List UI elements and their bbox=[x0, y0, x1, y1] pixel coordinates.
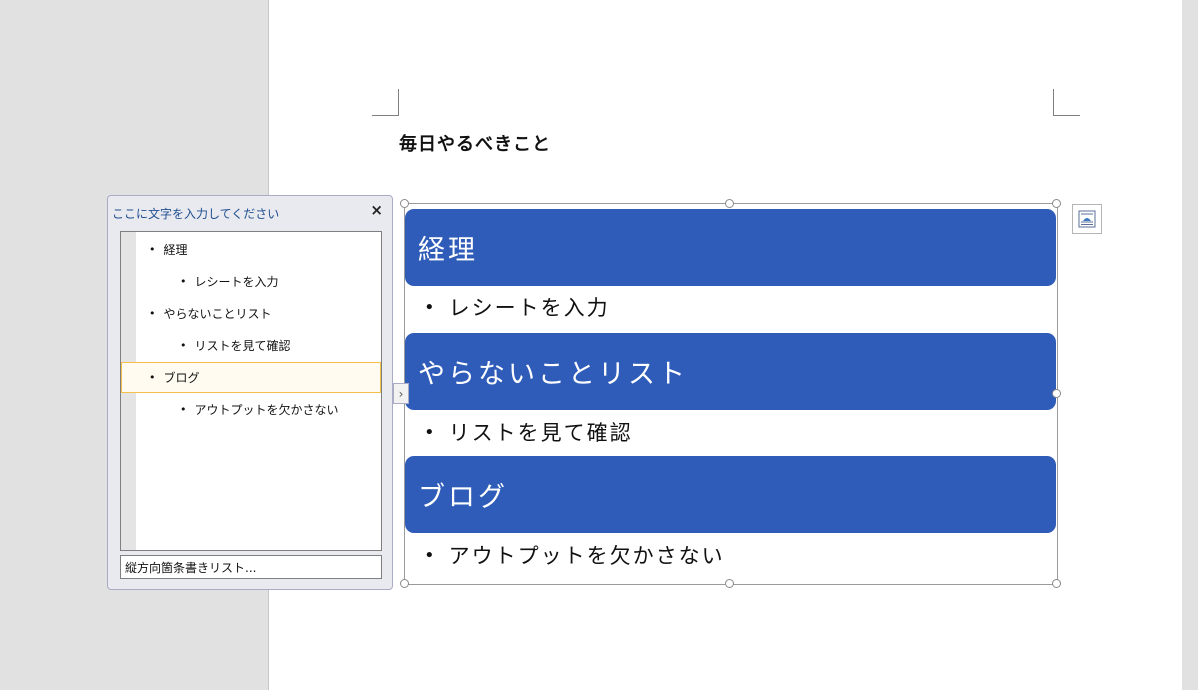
smartart-shape-3[interactable]: ブログ bbox=[405, 456, 1056, 533]
text-pane-item[interactable]: • リストを見て確認 bbox=[180, 337, 291, 354]
text-pane-item-text: ブログ bbox=[163, 371, 200, 385]
smartart-shape-2[interactable]: やらないことリスト bbox=[405, 333, 1056, 410]
layout-name-link[interactable]: 縦方向箇条書きリスト... bbox=[120, 555, 382, 579]
smartart-shape-1[interactable]: 経理 bbox=[405, 209, 1056, 286]
smartart-subitem-2[interactable]: • リストを見て確認 bbox=[424, 417, 633, 447]
bullet-icon: • bbox=[149, 307, 156, 320]
bullet-icon: • bbox=[424, 296, 437, 318]
text-pane-title: ここに文字を入力してください bbox=[112, 207, 280, 221]
smartart-subitem-3[interactable]: • アウトプットを欠かさない bbox=[424, 540, 725, 570]
bullet-icon: • bbox=[180, 339, 187, 352]
bullet-icon: • bbox=[424, 544, 437, 566]
smartart-subitem-text: レシートを入力 bbox=[448, 296, 610, 320]
smartart-text-pane: ここに文字を入力してください × • 経理 • レシートを入力 • やらないこと… bbox=[107, 195, 393, 590]
resize-handle-top-left[interactable] bbox=[400, 199, 409, 208]
bullet-icon: • bbox=[149, 243, 156, 256]
vertical-scrollbar[interactable] bbox=[1182, 0, 1198, 690]
bullet-icon: • bbox=[180, 403, 187, 416]
text-pane-item-text: 経理 bbox=[163, 243, 188, 257]
text-pane-item-selected[interactable]: • ブログ bbox=[121, 362, 381, 393]
crop-mark-top-left bbox=[372, 89, 399, 116]
text-pane-item[interactable]: • やらないことリスト bbox=[149, 305, 272, 322]
smartart-subitem-text: アウトプットを欠かさない bbox=[448, 544, 725, 568]
bullet-icon: • bbox=[149, 371, 156, 384]
text-pane-item-text: レシートを入力 bbox=[194, 275, 279, 289]
smartart-subitem-1[interactable]: • レシートを入力 bbox=[424, 292, 610, 322]
text-pane-toggle-button[interactable]: › bbox=[393, 383, 409, 404]
bullet-icon: • bbox=[424, 421, 437, 443]
crop-mark-top-right bbox=[1053, 89, 1080, 116]
resize-handle-right[interactable] bbox=[1052, 389, 1061, 398]
close-icon[interactable]: × bbox=[370, 201, 383, 219]
text-pane-item-text: リストを見て確認 bbox=[194, 339, 291, 353]
text-pane-list[interactable]: • 経理 • レシートを入力 • やらないことリスト • リストを見て確認 • … bbox=[120, 231, 382, 551]
resize-handle-top-right[interactable] bbox=[1052, 199, 1061, 208]
text-pane-item[interactable]: • 経理 bbox=[149, 241, 188, 258]
text-pane-item[interactable]: • アウトプットを欠かさない bbox=[180, 401, 339, 418]
layout-options-icon bbox=[1078, 210, 1096, 228]
layout-options-button[interactable] bbox=[1072, 204, 1102, 234]
text-pane-item-text: アウトプットを欠かさない bbox=[194, 403, 339, 417]
resize-handle-bottom-left[interactable] bbox=[400, 579, 409, 588]
smartart-subitem-text: リストを見て確認 bbox=[448, 421, 633, 445]
document-heading[interactable]: 毎日やるべきこと bbox=[399, 130, 551, 156]
resize-handle-bottom-right[interactable] bbox=[1052, 579, 1061, 588]
text-pane-item-text: やらないことリスト bbox=[163, 307, 272, 321]
resize-handle-top[interactable] bbox=[725, 199, 734, 208]
bullet-icon: • bbox=[180, 275, 187, 288]
resize-handle-bottom[interactable] bbox=[725, 579, 734, 588]
text-pane-item[interactable]: • レシートを入力 bbox=[180, 273, 279, 290]
